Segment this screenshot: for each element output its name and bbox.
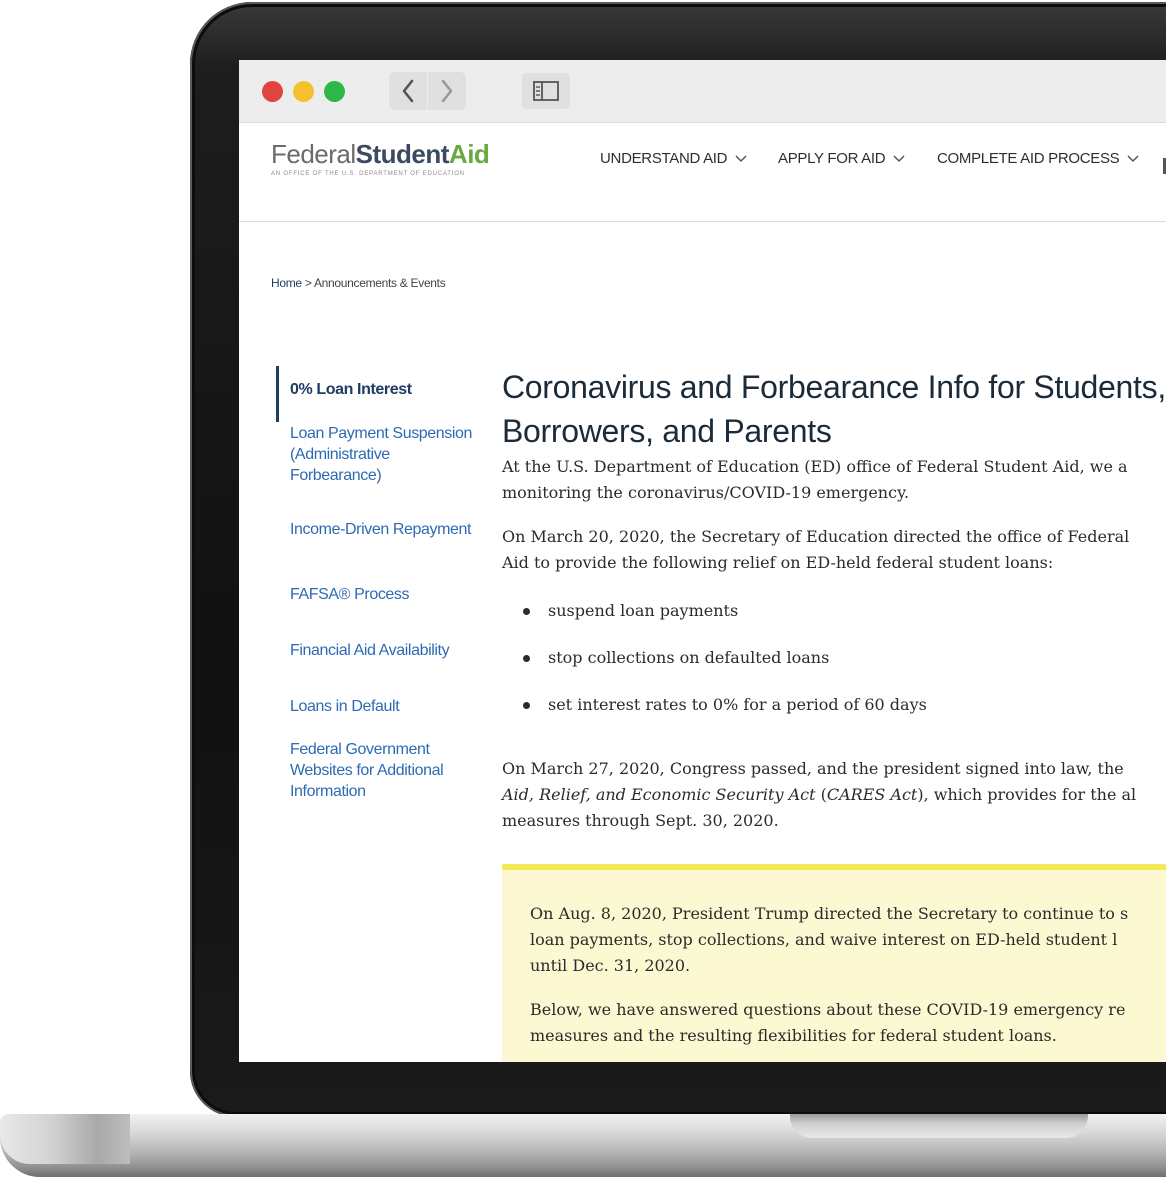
nav-apply-for-aid-label: APPLY FOR AID — [778, 150, 886, 167]
sidenav-item-loan-payment-suspension[interactable]: Loan Payment Suspension (Administrative … — [290, 423, 480, 486]
sidebar-toggle-button[interactable] — [522, 73, 570, 109]
sidenav-item-0-loan-interest[interactable]: 0% Loan Interest — [290, 379, 480, 400]
march20-line-1: On March 20, 2020, the Secretary of Educ… — [502, 527, 1130, 546]
breadcrumb-current: Announcements & Events — [313, 276, 446, 290]
forward-button[interactable] — [428, 72, 466, 110]
page-title: Coronavirus and Forbearance Info for Stu… — [502, 365, 1166, 453]
page-title-line-1: Coronavirus and Forbearance Info for Stu… — [502, 369, 1166, 405]
sidenav-item-federal-government-websites[interactable]: Federal Government Websites for Addition… — [290, 739, 480, 802]
nav-complete-aid-process-label: COMPLETE AID PROCESS — [937, 150, 1120, 167]
list-item: suspend loan payments — [502, 598, 1166, 624]
breadcrumb-separator: > — [301, 276, 314, 290]
sidenav-item-fafsa-process[interactable]: FAFSA® Process — [290, 584, 480, 605]
chevron-left-icon — [402, 79, 414, 103]
list-item: stop collections on defaulted loans — [502, 645, 1166, 671]
relief-list: suspend loan payments stop collections o… — [502, 598, 1166, 718]
intro-line-1: At the U.S. Department of Education (ED)… — [502, 457, 1128, 476]
sidebar-toggle-icon — [533, 81, 559, 101]
browser-toolbar — [239, 60, 1166, 123]
article-content: Coronavirus and Forbearance Info for Stu… — [502, 365, 1166, 834]
active-indicator — [276, 366, 279, 422]
list-item: set interest rates to 0% for a period of… — [502, 692, 1166, 718]
zoom-window-button[interactable] — [324, 81, 345, 102]
march20-line-2: Aid to provide the following relief on E… — [502, 553, 1054, 572]
minimize-window-button[interactable] — [293, 81, 314, 102]
breadcrumb: Home > Announcements & Events — [271, 276, 446, 290]
logo-federal-text: Federal — [271, 139, 356, 169]
back-button[interactable] — [389, 72, 427, 110]
sidenav-item-loans-in-default[interactable]: Loans in Default — [290, 696, 480, 717]
march27-paragraph: On March 27, 2020, Congress passed, and … — [502, 756, 1166, 834]
cares-act-abbrev: CARES Act — [826, 785, 918, 804]
update-notice: On Aug. 8, 2020, President Trump directe… — [502, 864, 1166, 1062]
fsa-logo[interactable]: FederalStudentAid An OFFICE of the U.S. … — [271, 139, 490, 177]
aug8-line-1: On Aug. 8, 2020, President Trump directe… — [530, 904, 1129, 923]
aug8-paragraph: On Aug. 8, 2020, President Trump directe… — [530, 901, 1166, 979]
nav-complete-aid-process[interactable]: COMPLETE AID PROCESS — [937, 150, 1139, 167]
aug8-line-3: until Dec. 31, 2020. — [530, 956, 691, 975]
aug8-line-2: loan payments, stop collections, and wai… — [530, 930, 1118, 949]
intro-paragraph: At the U.S. Department of Education (ED)… — [502, 454, 1166, 506]
sidenav-item-income-driven-repayment[interactable]: Income-Driven Repayment — [290, 519, 480, 540]
nav-apply-for-aid[interactable]: APPLY FOR AID — [778, 150, 905, 167]
laptop-open-notch — [790, 1114, 1088, 1138]
march27-line-2-rest: ), which provides for the al — [917, 785, 1137, 804]
nav-understand-aid[interactable]: UNDERSTAND AID — [600, 150, 747, 167]
below-line-2: measures and the resulting flexibilities… — [530, 1026, 1057, 1045]
page-title-line-2: Borrowers, and Parents — [502, 413, 832, 449]
logo-student-text: Student — [355, 139, 450, 169]
laptop-base-edge — [0, 1114, 130, 1164]
logo-tagline: An OFFICE of the U.S. DEPARTMENT of EDUC… — [271, 171, 465, 177]
close-window-button[interactable] — [262, 81, 283, 102]
chevron-down-icon — [735, 154, 747, 162]
chevron-down-icon — [893, 154, 905, 162]
intro-line-2: monitoring the coronavirus/COVID-19 emer… — [502, 483, 910, 502]
march27-paren: ( — [815, 785, 827, 804]
logo-aid-text: Aid — [448, 139, 490, 169]
cares-act-full-name: Aid, Relief, and Economic Security Act — [502, 785, 816, 804]
chevron-down-icon — [1127, 154, 1139, 162]
sidenav-item-financial-aid-availability[interactable]: Financial Aid Availability — [290, 640, 480, 661]
chevron-right-icon — [441, 79, 453, 103]
march27-line-3: measures through Sept. 30, 2020. — [502, 811, 779, 830]
breadcrumb-home-link[interactable]: Home — [271, 276, 302, 290]
nav-understand-aid-label: UNDERSTAND AID — [600, 150, 728, 167]
below-paragraph: Below, we have answered questions about … — [530, 997, 1166, 1049]
march20-paragraph: On March 20, 2020, the Secretary of Educ… — [502, 524, 1166, 576]
below-line-1: Below, we have answered questions about … — [530, 1000, 1126, 1019]
laptop-screen: FederalStudentAid An OFFICE of the U.S. … — [239, 60, 1166, 1062]
site-header: FederalStudentAid An OFFICE of the U.S. … — [239, 122, 1166, 222]
march27-line-1: On March 27, 2020, Congress passed, and … — [502, 759, 1124, 778]
